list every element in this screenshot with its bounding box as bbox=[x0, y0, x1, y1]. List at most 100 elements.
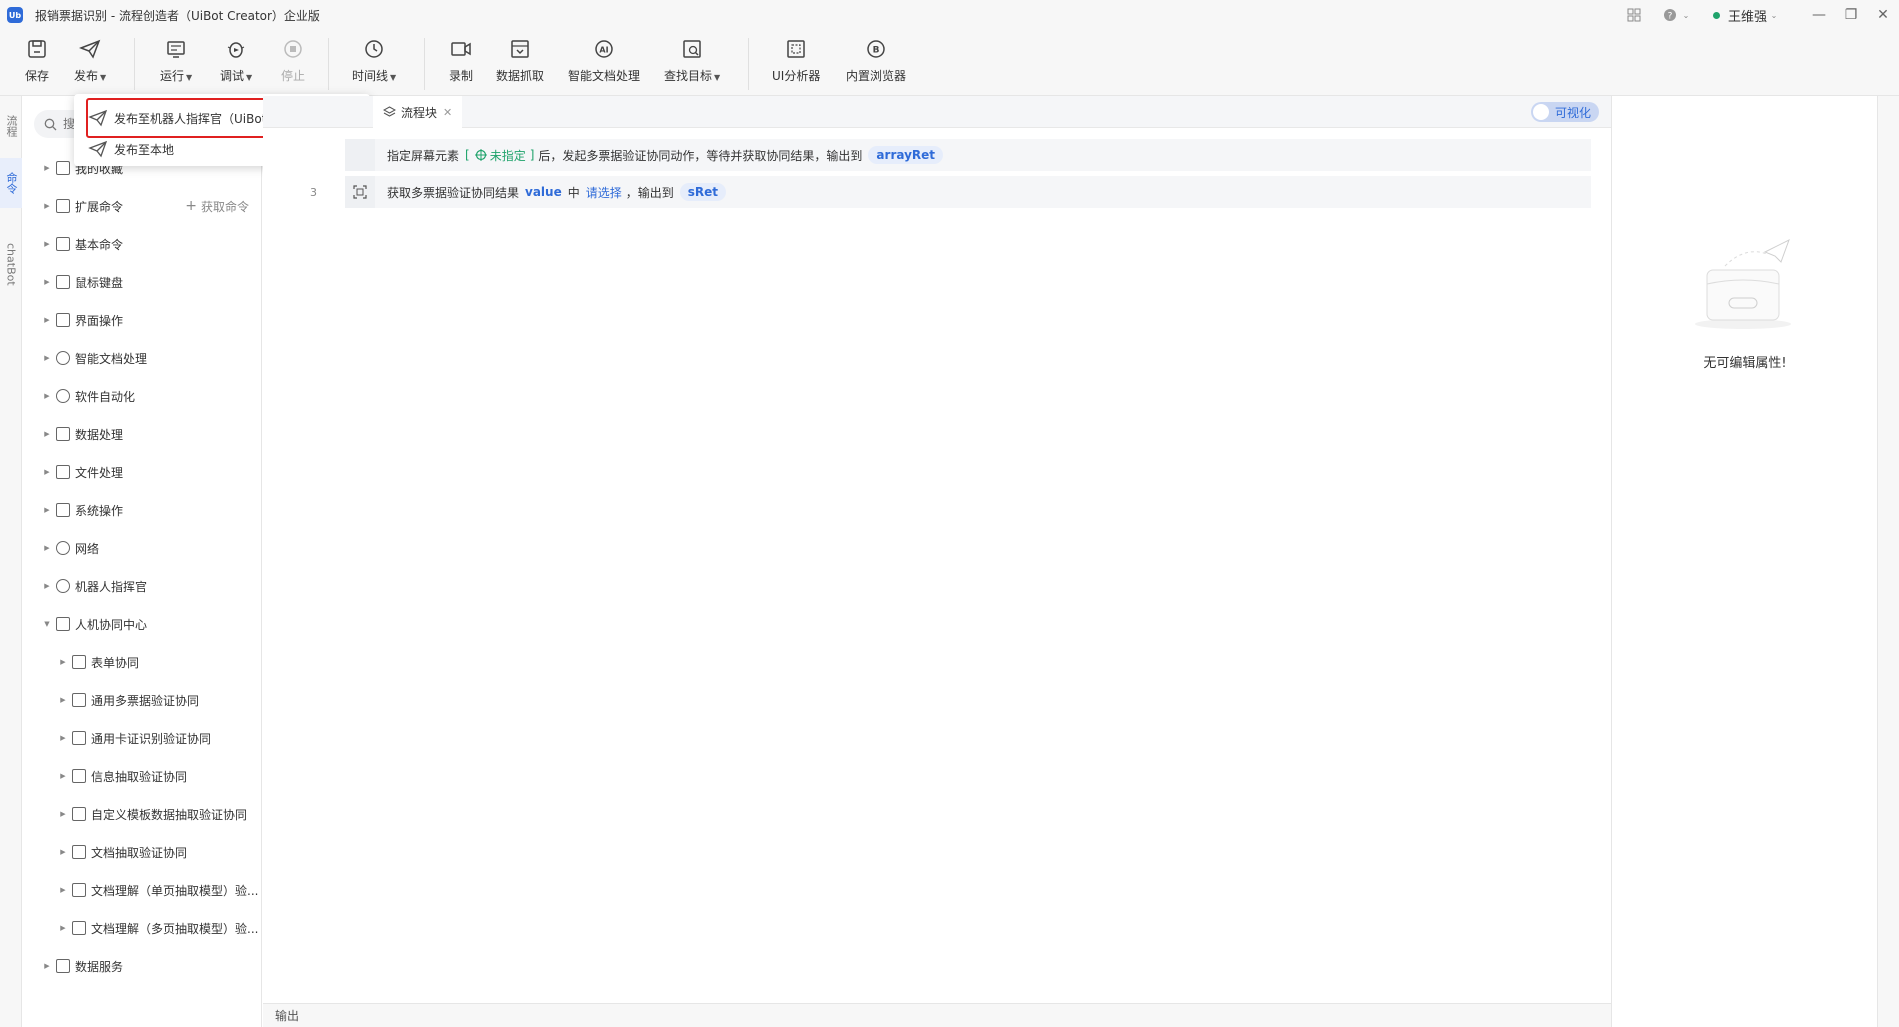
tree-item[interactable]: ▶ 扩展命令 bbox=[42, 194, 123, 218]
tree-item[interactable]: ▼ 人机协同中心 bbox=[42, 612, 147, 636]
command-category-icon bbox=[56, 503, 70, 517]
caret-right-icon[interactable]: ▶ bbox=[42, 278, 52, 286]
command-category-icon bbox=[72, 921, 86, 935]
code-line-3[interactable]: 3 获取多票据验证协同结果 value 中 请选择 ，输出到 sRet bbox=[310, 176, 1591, 208]
tree-item[interactable]: ▶ 智能文档处理 bbox=[42, 346, 147, 370]
tree-item[interactable]: ▶ 软件自动化 bbox=[42, 384, 135, 408]
paper-plane-icon bbox=[77, 36, 103, 62]
caret-right-icon[interactable]: ▶ bbox=[42, 354, 52, 362]
caret-right-icon[interactable]: ▶ bbox=[42, 430, 52, 438]
user-name[interactable]: 王维强 bbox=[1728, 6, 1767, 25]
caret-down-icon: ▼ bbox=[246, 73, 253, 82]
tree-item[interactable]: ▶ 鼠标键盘 bbox=[42, 270, 123, 294]
caret-right-icon[interactable]: ▶ bbox=[42, 164, 52, 172]
app-logo: Ub bbox=[7, 7, 23, 23]
apps-grid-icon[interactable] bbox=[1623, 4, 1645, 26]
output-variable-chip[interactable]: arrayRet bbox=[868, 146, 944, 164]
command-category-icon bbox=[56, 959, 70, 973]
output-panel-bar[interactable]: 输出 bbox=[263, 1003, 1611, 1027]
rail-tab-flow[interactable]: 流程 bbox=[0, 106, 22, 146]
publish-label: 发布 bbox=[74, 69, 99, 83]
caret-right-icon[interactable]: ▶ bbox=[58, 848, 68, 856]
caret-right-icon[interactable]: ▶ bbox=[42, 506, 52, 514]
tree-item-label: 基本命令 bbox=[75, 237, 124, 252]
command-category-icon bbox=[56, 427, 70, 441]
visual-mode-toggle[interactable]: 可视化 bbox=[1531, 102, 1599, 122]
caret-right-icon[interactable]: ▶ bbox=[42, 202, 52, 210]
caret-right-icon[interactable]: ▶ bbox=[58, 658, 68, 666]
tree-item[interactable]: ▶ 表单协同 bbox=[58, 650, 139, 674]
command-category-icon bbox=[56, 617, 70, 631]
tree-item[interactable]: ▶ 文档理解（单页抽取模型）验... bbox=[58, 878, 258, 902]
caret-right-icon[interactable]: ▶ bbox=[42, 544, 52, 552]
tree-item[interactable]: ▶ 文档抽取验证协同 bbox=[58, 840, 187, 864]
tree-item[interactable]: ▶ 文档理解（多页抽取模型）验... bbox=[58, 916, 258, 940]
close-icon[interactable]: ✕ bbox=[443, 106, 452, 119]
publish-button[interactable]: 发布 ▼ bbox=[74, 36, 106, 90]
tree-item[interactable]: ▶ 通用卡证识别验证协同 bbox=[58, 726, 211, 750]
select-placeholder-link[interactable]: 请选择 bbox=[586, 184, 622, 201]
tab-flowblock[interactable]: 流程块 ✕ bbox=[373, 96, 463, 128]
timeline-button[interactable]: 时间线 ▼ bbox=[352, 36, 396, 90]
user-chevron-down-icon[interactable]: ⌄ bbox=[1767, 4, 1781, 26]
code-line-text: 获取多票据验证协同结果 value 中 请选择 ，输出到 sRet bbox=[387, 183, 727, 201]
toolbar-divider bbox=[134, 38, 135, 90]
command-category-icon bbox=[72, 883, 86, 897]
caret-right-icon[interactable]: ▶ bbox=[58, 810, 68, 818]
caret-right-icon[interactable]: ▶ bbox=[58, 734, 68, 742]
tree-item[interactable]: ▶ 系统操作 bbox=[42, 498, 123, 522]
command-category-icon bbox=[56, 313, 70, 327]
caret-right-icon[interactable]: ▶ bbox=[42, 316, 52, 324]
caret-right-icon[interactable]: ▶ bbox=[58, 772, 68, 780]
record-button[interactable]: 录制 bbox=[448, 36, 474, 90]
tree-item[interactable]: ▶ 通用多票据验证协同 bbox=[58, 688, 199, 712]
debug-label: 调试 bbox=[220, 69, 245, 83]
caret-right-icon[interactable]: ▶ bbox=[42, 240, 52, 248]
stop-button[interactable]: 停止 bbox=[280, 36, 306, 90]
smart-doc-button[interactable]: AI 智能文档处理 bbox=[568, 36, 640, 90]
data-scrape-icon bbox=[507, 36, 533, 62]
tree-item[interactable]: ▶ 网络 bbox=[42, 536, 99, 560]
value-keyword[interactable]: value bbox=[525, 185, 562, 199]
caret-right-icon[interactable]: ▶ bbox=[58, 886, 68, 894]
rail-tab-chatbot[interactable]: chatBot bbox=[0, 232, 22, 296]
find-target-button[interactable]: 查找目标 ▼ bbox=[664, 36, 720, 90]
debug-button[interactable]: 调试 ▼ bbox=[220, 36, 252, 90]
output-variable-chip[interactable]: sRet bbox=[679, 183, 727, 201]
ui-analyzer-button[interactable]: UI分析器 bbox=[772, 36, 820, 90]
close-button[interactable]: ✕ bbox=[1867, 0, 1899, 30]
help-icon[interactable]: ? bbox=[1659, 4, 1681, 26]
builtin-browser-button[interactable]: B 内置浏览器 bbox=[846, 36, 906, 90]
target-unspecified-link[interactable]: 未指定 bbox=[490, 147, 526, 164]
caret-down-icon[interactable]: ▼ bbox=[42, 620, 52, 628]
data-scrape-button[interactable]: 数据抓取 bbox=[496, 36, 544, 90]
tree-item-label: 文档理解（多页抽取模型）验... bbox=[91, 921, 259, 936]
tree-item[interactable]: ▶ 基本命令 bbox=[42, 232, 123, 256]
caret-right-icon[interactable]: ▶ bbox=[42, 582, 52, 590]
tree-item[interactable]: ▶ 信息抽取验证协同 bbox=[58, 764, 187, 788]
tree-item[interactable]: ▶ 机器人指挥官 bbox=[42, 574, 147, 598]
publish-to-local-item[interactable]: 发布至本地 bbox=[88, 134, 174, 164]
code-line-2[interactable]: 指定屏幕元素 [ 未指定 ] 后，发起多票据验证协同动作，等待并获取协同结果，输… bbox=[345, 139, 1591, 171]
caret-right-icon[interactable]: ▶ bbox=[58, 696, 68, 704]
minimize-button[interactable]: — bbox=[1803, 0, 1835, 30]
tree-item[interactable]: ▶ 文件处理 bbox=[42, 460, 123, 484]
tree-item[interactable]: ▶ 自定义模板数据抽取验证协同 bbox=[58, 802, 247, 826]
tree-item-label: 网络 bbox=[75, 541, 100, 556]
caret-right-icon[interactable]: ▶ bbox=[42, 392, 52, 400]
tree-item[interactable]: ▶ 界面操作 bbox=[42, 308, 123, 332]
get-commands-button[interactable]: + 获取命令 bbox=[185, 194, 249, 218]
run-button[interactable]: 运行 ▼ bbox=[160, 36, 192, 90]
caret-right-icon[interactable]: ▶ bbox=[58, 924, 68, 932]
restore-button[interactable]: ❐ bbox=[1835, 0, 1867, 30]
caret-right-icon[interactable]: ▶ bbox=[42, 962, 52, 970]
help-chevron-down-icon[interactable]: ⌄ bbox=[1681, 4, 1691, 26]
save-button[interactable]: 保存 bbox=[24, 36, 50, 90]
builtin-browser-label: 内置浏览器 bbox=[846, 69, 907, 83]
tree-item[interactable]: ▶ 数据服务 bbox=[42, 954, 123, 978]
tab-flowblock-label: 流程块 bbox=[401, 105, 438, 120]
caret-right-icon[interactable]: ▶ bbox=[42, 468, 52, 476]
tree-item[interactable]: ▶ 数据处理 bbox=[42, 422, 123, 446]
caret-down-icon: ▼ bbox=[390, 73, 397, 82]
rail-tab-commands[interactable]: 命令 bbox=[0, 158, 22, 208]
